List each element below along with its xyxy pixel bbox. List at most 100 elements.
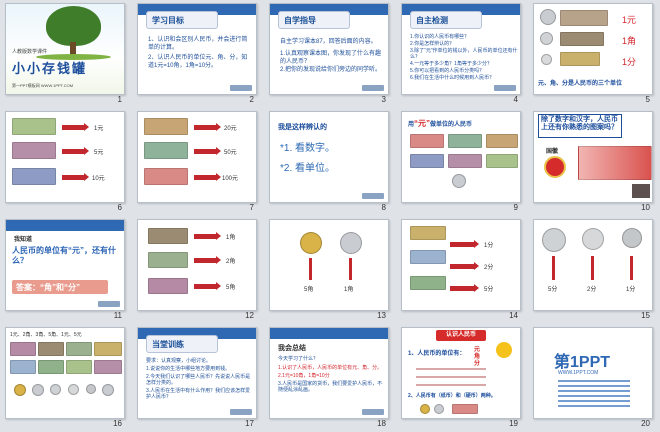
question-text: 人民币的单位有“元”，还有什么？ xyxy=(12,246,116,265)
brand-logo: 第1PPT xyxy=(554,354,611,371)
slide-thumbnail-1[interactable]: 人教版数学课件 小小存钱罐 第一PPT模板网 WWW.1PPT.COM xyxy=(5,3,125,95)
slide-cell-18: 我会总结 今天学习了什么？ 1.认识了人民币，人民币的单位有元、角、分。 2.1… xyxy=(264,324,396,432)
slide-cell-8: 我是这样辨认的 *1. 看数字。 *2. 看单位。 8 xyxy=(264,108,396,216)
slide-number: 7 xyxy=(249,203,254,212)
content-line: 4.一元等于多少角？1角等于多少分？ xyxy=(410,61,492,67)
denomination-label: 1元 xyxy=(94,126,104,132)
slide-thumbnail-11[interactable]: 我知道 人民币的单位有“元”，还有什么？ 答案：“角”和“分” xyxy=(5,219,125,311)
banknote-10-yuan xyxy=(12,168,56,185)
arrow-icon xyxy=(62,173,89,181)
banknote xyxy=(452,404,478,414)
heading-highlight: “元” xyxy=(414,119,431,128)
coin-5-jiao xyxy=(300,232,322,254)
item-2: 2、人民币有（纸币）和（硬币）两种。 xyxy=(408,393,496,399)
slide-number: 10 xyxy=(641,203,650,212)
coin xyxy=(102,384,114,396)
slide-thumbnail-14[interactable]: 1分 2分 5分 xyxy=(401,219,521,311)
coin-1-fen xyxy=(622,228,642,248)
denomination-label: 100元 xyxy=(222,176,239,182)
coin xyxy=(86,384,96,394)
slide-cell-15: 5分 2分 1分 15 xyxy=(528,216,660,324)
content-line xyxy=(416,368,486,370)
slide-thumbnail-12[interactable]: 1角 2角 5角 xyxy=(137,219,257,311)
down-arrow-icon xyxy=(349,258,352,280)
arrow-icon xyxy=(62,123,89,131)
slide-thumbnail-18[interactable]: 我会总结 今天学习了什么？ 1.认识了人民币，人民币的单位有元、角、分。 2.1… xyxy=(269,327,389,419)
slide-thumbnail-16[interactable]: 1元、2角、3角、5角、1元、5元 xyxy=(5,327,125,419)
slide-cell-9: 用“元”做单位的人民币 9 xyxy=(396,108,528,216)
slide-thumbnail-10[interactable]: 除了数字和汉字，人民币上还有你熟悉的图案吗？ 国徽 xyxy=(533,111,653,203)
slide-thumbnail-7[interactable]: 20元 50元 100元 xyxy=(137,111,257,203)
slide-cell-3: 自学指导 自主学习课本87，回答后面的内容。 1.认真观察课本图，你发现了什么有… xyxy=(264,0,396,108)
slide-number: 11 xyxy=(113,311,122,320)
banner: 认识人民币 xyxy=(436,330,486,341)
slide-number: 3 xyxy=(381,95,386,104)
slide-cell-17: 当堂训练 要求：认真观察，小组讨论。 1.说说你的生活中哪些地方要用到钱。 2.… xyxy=(132,324,264,432)
slide-thumbnail-19[interactable]: 认识人民币 1、人民币的单位有： 元 角 分 2、人民币有（纸币）和（硬币）两种… xyxy=(401,327,521,419)
coin-1-jiao xyxy=(540,32,553,45)
banknote xyxy=(10,360,36,374)
denomination-label: 1分 xyxy=(626,287,636,293)
down-arrow-icon xyxy=(591,256,594,280)
denomination-label: 1分 xyxy=(622,57,637,67)
slide-thumbnail-20[interactable]: 第1PPT WWW.1PPT.COM xyxy=(533,327,653,419)
slide-thumbnail-17[interactable]: 当堂训练 要求：认真观察，小组讨论。 1.说说你的生活中哪些地方要用到钱。 2.… xyxy=(137,327,257,419)
content-line: 1.说说你的生活中哪些地方要用到钱。 xyxy=(146,366,231,372)
school-label: 人教版数学课件 xyxy=(12,49,48,55)
footer-tag xyxy=(230,409,252,415)
slide-cell-6: 1元 5元 10元 6 xyxy=(0,108,132,216)
duck-icon xyxy=(496,342,512,358)
coin-1-fen xyxy=(541,54,552,65)
slide-cell-14: 1分 2分 5分 14 xyxy=(396,216,528,324)
slide-number: 9 xyxy=(513,203,518,212)
slide-heading: 我会总结 xyxy=(278,345,306,352)
denomination-label: 1角 xyxy=(344,287,354,293)
banknote-1-fen xyxy=(560,52,600,66)
callout-box: 除了数字和汉字，人民币上还有你熟悉的图案吗？ xyxy=(538,114,622,138)
unit-fen: 分 xyxy=(474,361,481,367)
content-line: 1.认真观察课本图，你发现了什么有趣的人民币？ xyxy=(280,51,382,65)
denomination-label: 2角 xyxy=(226,259,236,265)
denomination-label: 2分 xyxy=(587,287,597,293)
slide-thumbnail-4[interactable]: 自主检测 1.你认识的人民币有哪些？ 2.你是怎样辨认的？ 3.除了“元”作单位… xyxy=(401,3,521,95)
banknote xyxy=(94,360,122,374)
content-line: 3.人民币是国家的货币，我们要爱护人民币，不随便乱涂乱画。 xyxy=(278,381,383,393)
banknote-2-fen xyxy=(410,250,446,264)
slide-thumbnail-2[interactable]: 学习目标 1、认识和会区别人民币，并会进行简单的计算。 2、认识人民币的单位元、… xyxy=(137,3,257,95)
small-heading: 我知道 xyxy=(14,237,33,243)
arrow-icon xyxy=(194,123,221,131)
content-line: 3.人民币在生活中有什么作用？我们应该怎样爱护人民币？ xyxy=(146,388,251,400)
brand-url: WWW.1PPT.COM xyxy=(558,370,599,376)
footer-tag xyxy=(362,85,384,91)
banknote-1-yuan xyxy=(486,154,518,168)
slide-thumbnail-9[interactable]: 用“元”做单位的人民币 xyxy=(401,111,521,203)
item-1: 1、人民币的单位有： xyxy=(408,351,466,357)
content-line: 2.1元=10角，1角=10分 xyxy=(278,373,330,379)
slide-thumbnail-8[interactable]: 我是这样辨认的 *1. 看数字。 *2. 看单位。 xyxy=(269,111,389,203)
content-line: 5.你可以把看到的人民币分类吗？ xyxy=(410,68,485,74)
slide-number: 13 xyxy=(377,311,386,320)
arrow-icon xyxy=(450,262,479,270)
coin xyxy=(32,384,44,396)
content-line: 要求：认真观察，小组讨论。 xyxy=(146,358,212,364)
slide-heading: 学习目标 xyxy=(146,11,218,29)
slide-heading: 自学指导 xyxy=(278,11,350,29)
banknote-1-jiao xyxy=(560,32,604,46)
slide-number: 15 xyxy=(641,311,650,320)
banknote-20-yuan xyxy=(144,118,188,135)
title-bar xyxy=(270,328,388,339)
slide-thumbnail-13[interactable]: 5角 1角 xyxy=(269,219,389,311)
coin-2-fen xyxy=(582,228,604,250)
slide-thumbnail-15[interactable]: 5分 2分 1分 xyxy=(533,219,653,311)
coin xyxy=(434,404,444,414)
content-item: *2. 看单位。 xyxy=(280,163,336,174)
slide-thumbnail-3[interactable]: 自学指导 自主学习课本87，回答后面的内容。 1.认真观察课本图，你发现了什么有… xyxy=(269,3,389,95)
slide-heading: 自主检测 xyxy=(410,11,482,29)
slide-thumbnail-6[interactable]: 1元 5元 10元 xyxy=(5,111,125,203)
slide-number: 5 xyxy=(645,95,650,104)
coin-1-yuan xyxy=(452,174,466,188)
slide-thumbnail-5[interactable]: 1元 1角 1分 元、角、分是人民币的三个单位 xyxy=(533,3,653,95)
answer-box: 答案：“角”和“分” xyxy=(12,280,108,294)
slide-cell-13: 5角 1角 13 xyxy=(264,216,396,324)
banknote-20-yuan xyxy=(486,134,518,148)
